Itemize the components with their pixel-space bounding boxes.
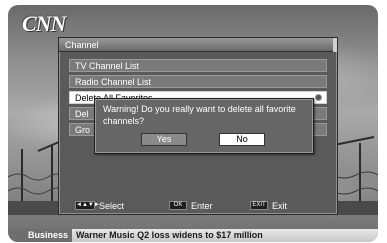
arrow-keys-icon: ◄▲▼► xyxy=(75,201,100,210)
ticker-category: Business xyxy=(8,229,72,242)
menu-item-label: Radio Channel List xyxy=(75,77,152,87)
menu-item-label: TV Channel List xyxy=(75,61,140,71)
no-button[interactable]: No xyxy=(219,133,265,146)
channel-logo: CNN xyxy=(22,11,66,36)
exit-key-icon: EXIT xyxy=(250,201,268,210)
ok-key-icon: OK xyxy=(169,201,187,210)
help-enter-label: Enter xyxy=(191,201,213,211)
menu-title: Channel xyxy=(59,38,337,52)
delete-favorites-warning-dialog: Warning! Do you really want to delete al… xyxy=(94,98,314,154)
menu-item-tv-channel-list[interactable]: TV Channel List xyxy=(69,59,327,72)
help-select-label: Select xyxy=(99,201,125,211)
tv-screen: CNN Channel TV Channel List Radio Channe… xyxy=(8,5,378,242)
ticker-headline: Warner Music Q2 loss widens to $17 milli… xyxy=(76,230,263,240)
help-exit-label: Exit xyxy=(272,201,288,211)
menu-title-tab xyxy=(333,38,337,52)
help-bar: ◄▲▼► Select OK Enter EXIT Exit xyxy=(67,200,329,212)
menu-item-label: Gro xyxy=(75,125,91,135)
menu-item-label: Del xyxy=(75,109,89,119)
news-ticker: Business Warner Music Q2 loss widens to … xyxy=(8,229,378,242)
yes-button[interactable]: Yes xyxy=(141,133,187,146)
menu-item-radio-channel-list[interactable]: Radio Channel List xyxy=(69,75,327,88)
favorites-icon xyxy=(315,94,322,101)
warning-message: Warning! Do you really want to delete al… xyxy=(103,104,296,126)
